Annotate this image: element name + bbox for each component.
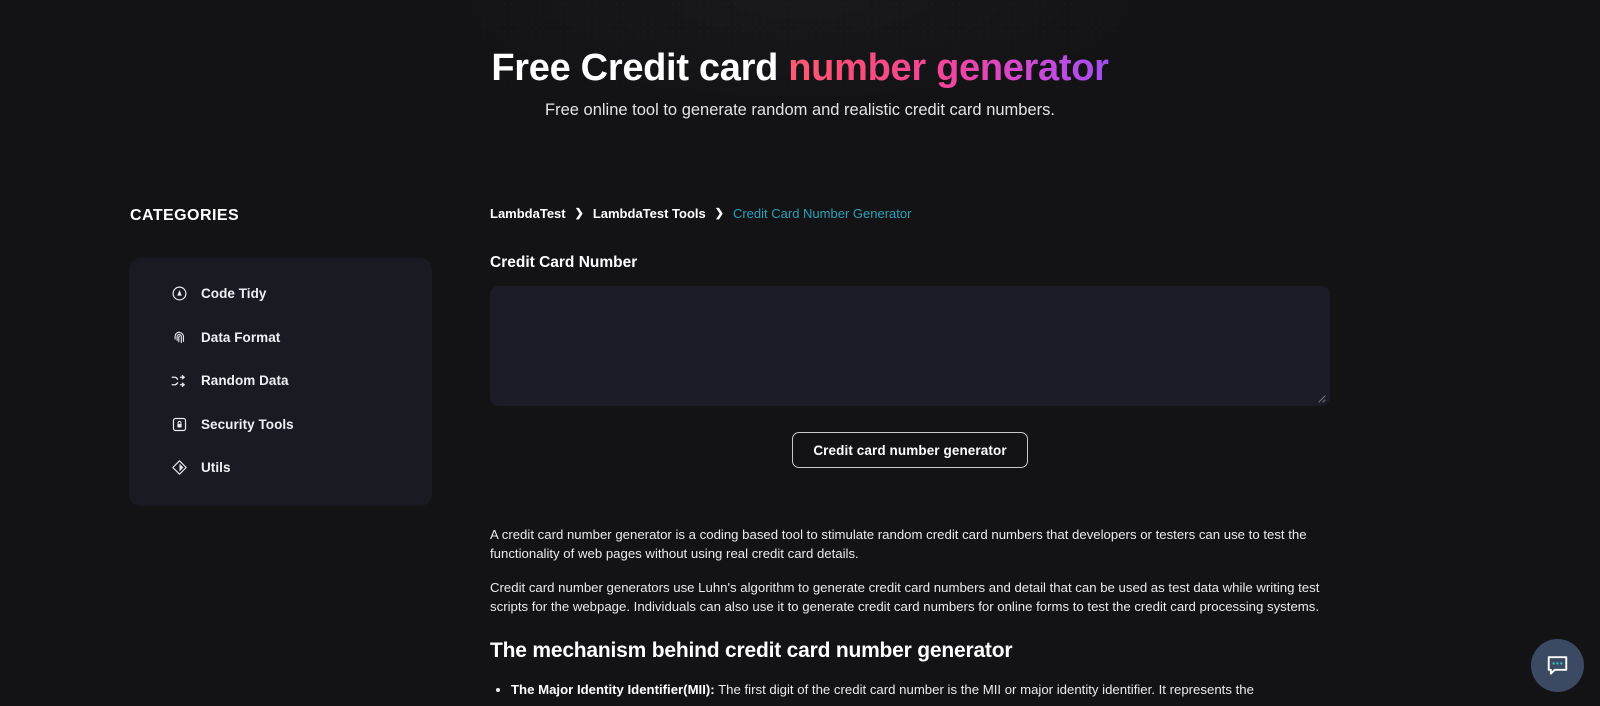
description-paragraph-1: A credit card number generator is a codi… <box>490 527 1307 561</box>
generate-button-row: Credit card number generator <box>490 432 1330 468</box>
breadcrumb-item-lambdatest-tools[interactable]: LambdaTest Tools <box>593 206 706 221</box>
shuffle-icon <box>170 372 188 390</box>
generate-credit-card-number-button[interactable]: Credit card number generator <box>792 432 1028 468</box>
credit-card-number-output[interactable] <box>490 286 1330 406</box>
sidebar-item-label: Code Tidy <box>201 286 267 302</box>
breadcrumb-item-current: Credit Card Number Generator <box>732 206 912 221</box>
main-content: LambdaTest ❯ LambdaTest Tools ❯ Credit C… <box>490 165 1330 699</box>
sidebar-item-code-tidy[interactable]: Code Tidy <box>129 272 432 316</box>
code-tidy-icon <box>170 285 188 303</box>
mechanism-list: The Major Identity Identifier(MII): The … <box>490 680 1330 699</box>
page-title-plain: Free Credit card <box>491 47 789 89</box>
credit-card-number-label: Credit Card Number <box>490 254 638 271</box>
lock-icon <box>170 415 188 433</box>
sidebar-item-label: Security Tools <box>201 416 294 432</box>
chat-bubble-icon <box>1547 656 1568 675</box>
sidebar-item-label: Random Data <box>201 373 289 389</box>
breadcrumb-item-lambdatest[interactable]: LambdaTest <box>490 206 566 221</box>
sidebar-item-data-format[interactable]: Data Format <box>129 316 432 360</box>
fingerprint-icon <box>170 328 188 346</box>
hero-section: Free Credit card number generator Free o… <box>0 0 1600 165</box>
breadcrumb-separator-icon: ❯ <box>714 207 724 220</box>
description-paragraph-2: Credit card number generators use Luhn's… <box>490 580 1320 614</box>
categories-sidebar: CATEGORIES Code Tidy Data Format Random … <box>129 165 432 506</box>
page-title: Free Credit card number generator <box>0 45 1600 91</box>
breadcrumb: LambdaTest ❯ LambdaTest Tools ❯ Credit C… <box>490 206 1330 221</box>
page-subtitle: Free online tool to generate random and … <box>545 101 1055 119</box>
list-item: The Major Identity Identifier(MII): The … <box>511 680 1330 699</box>
sidebar-item-security-tools[interactable]: Security Tools <box>129 403 432 447</box>
diamond-icon <box>170 459 188 477</box>
credit-card-output-wrapper <box>490 286 1330 406</box>
section-heading-mechanism: The mechanism behind credit card number … <box>490 639 1013 662</box>
list-item-text: The first digit of the credit card numbe… <box>714 682 1254 697</box>
sidebar-item-label: Data Format <box>201 329 281 345</box>
sidebar-item-label: Utils <box>201 460 231 476</box>
description-section: A credit card number generator is a codi… <box>490 525 1330 699</box>
categories-heading: CATEGORIES <box>130 207 240 224</box>
sidebar-item-random-data[interactable]: Random Data <box>129 359 432 403</box>
page-title-gradient: number generator <box>788 47 1109 89</box>
list-item-term: The Major Identity Identifier(MII): <box>511 682 715 697</box>
chat-widget-button[interactable] <box>1531 639 1584 692</box>
breadcrumb-separator-icon: ❯ <box>574 207 584 220</box>
categories-card: Code Tidy Data Format Random Data Securi… <box>129 258 432 506</box>
sidebar-item-utils[interactable]: Utils <box>129 446 432 490</box>
